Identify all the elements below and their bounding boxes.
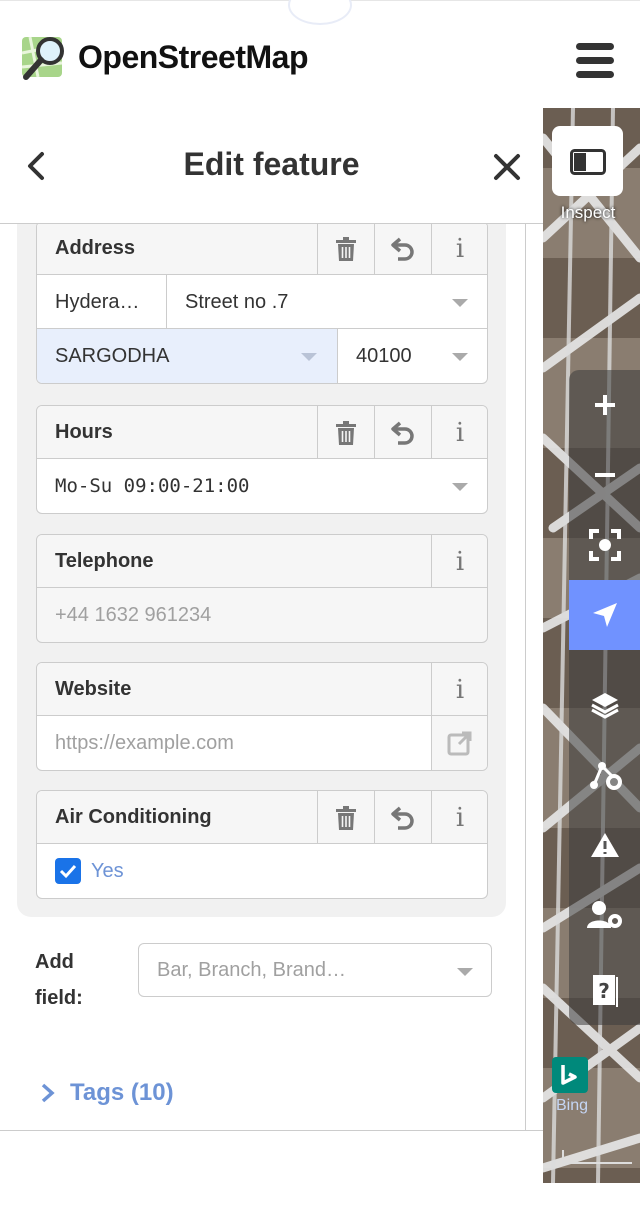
undo-button[interactable] xyxy=(374,224,431,275)
add-field-input[interactable]: Bar, Branch, Brand… xyxy=(138,943,492,997)
app-title: OpenStreetMap xyxy=(78,39,308,75)
inspect-button[interactable] xyxy=(552,126,623,196)
chevron-down-icon[interactable] xyxy=(301,353,317,361)
info-icon[interactable]: i xyxy=(431,224,487,275)
field-label: Website xyxy=(55,678,132,700)
undo-icon xyxy=(391,421,414,445)
field-header: Telephone i xyxy=(37,535,487,588)
field-label: Telephone xyxy=(55,550,154,572)
top-bar: OpenStreetMap xyxy=(0,0,640,108)
inspect-label: Inspect xyxy=(560,203,616,222)
zoom-to-selection-button[interactable] xyxy=(569,510,640,580)
user-gear-icon xyxy=(586,901,622,928)
osm-logo-icon xyxy=(21,36,64,80)
tags-toggle[interactable]: Tags (10) xyxy=(40,1079,174,1107)
panel-footer xyxy=(0,1130,543,1183)
field-label: Address xyxy=(55,237,136,259)
open-link-button[interactable] xyxy=(431,716,487,770)
external-link-icon xyxy=(447,731,472,756)
hours-input[interactable]: Mo-Su 09:00-21:00 xyxy=(37,459,487,513)
map-data-icon xyxy=(589,762,622,790)
info-icon[interactable]: i xyxy=(431,663,487,716)
air-conditioning-field: Air Conditioning i Yes xyxy=(36,790,488,899)
chevron-down-icon[interactable] xyxy=(452,353,468,361)
district-input[interactable]: SARGODHA xyxy=(37,329,338,383)
map-data-button[interactable] xyxy=(569,740,640,810)
location-arrow-icon xyxy=(592,603,617,627)
address-row-2: SARGODHA 40100 xyxy=(37,329,487,383)
panel-header: Edit feature xyxy=(0,108,543,224)
focus-icon xyxy=(588,529,621,561)
imagery-provider-label: Bing xyxy=(556,1097,589,1114)
trash-icon xyxy=(336,805,356,830)
air-conditioning-checkbox[interactable]: Yes xyxy=(37,844,487,898)
chevron-down-icon[interactable] xyxy=(457,968,473,976)
sidebar-toggle-icon xyxy=(570,149,606,175)
layers-icon xyxy=(590,693,619,719)
map-scale-bar xyxy=(562,1150,632,1164)
add-field-label: Add field: xyxy=(35,951,83,1009)
trash-icon xyxy=(336,420,356,445)
remove-button[interactable] xyxy=(317,406,374,459)
panel-body: Address i Hydera… Street no .7 SARGODHA … xyxy=(0,224,526,1130)
remove-button[interactable] xyxy=(317,224,374,275)
help-button[interactable]: ? xyxy=(569,955,640,1025)
panel-title: Edit feature xyxy=(183,146,360,182)
hours-field: Hours i Mo-Su 09:00-21:00 xyxy=(36,405,488,514)
chevron-right-icon xyxy=(41,1083,55,1103)
info-icon[interactable]: i xyxy=(431,535,487,588)
checkbox-checked-icon xyxy=(55,858,81,884)
edit-feature-panel: Edit feature Address i Hydera… Street no… xyxy=(0,108,543,1130)
chevron-down-icon[interactable] xyxy=(452,299,468,307)
help-icon: ? xyxy=(592,975,618,1007)
street-input[interactable]: Street no .7 xyxy=(167,275,487,329)
zoom-in-button[interactable] xyxy=(569,370,640,440)
hours-row: Mo-Su 09:00-21:00 xyxy=(37,459,487,513)
info-icon[interactable]: i xyxy=(431,406,487,459)
info-icon[interactable]: i xyxy=(431,791,487,844)
field-header: Address i xyxy=(37,224,487,275)
undo-button[interactable] xyxy=(374,791,431,844)
field-header: Hours i xyxy=(37,406,487,459)
undo-icon xyxy=(391,806,414,830)
issues-button[interactable] xyxy=(569,810,640,880)
trash-icon xyxy=(336,236,356,261)
warning-icon xyxy=(590,833,619,857)
telephone-row: +44 1632 961234 xyxy=(37,588,487,642)
field-header: Website i xyxy=(37,663,487,716)
website-row: https://example.com xyxy=(37,716,487,770)
field-label: Air Conditioning xyxy=(55,806,212,828)
address-row-1: Hydera… Street no .7 xyxy=(37,275,487,329)
close-icon[interactable] xyxy=(488,148,526,186)
drag-handle[interactable] xyxy=(288,0,352,25)
website-input[interactable]: https://example.com xyxy=(37,716,431,770)
preferences-button[interactable] xyxy=(569,880,640,950)
background-layers-button[interactable] xyxy=(569,670,640,740)
plus-icon xyxy=(594,395,615,415)
geolocate-button[interactable] xyxy=(569,580,640,650)
telephone-input[interactable]: +44 1632 961234 xyxy=(37,588,487,642)
zoom-out-button[interactable] xyxy=(569,440,640,510)
address-field: Address i Hydera… Street no .7 SARGODHA … xyxy=(36,224,488,384)
city-input[interactable]: Hydera… xyxy=(37,275,167,329)
undo-button[interactable] xyxy=(374,406,431,459)
undo-icon xyxy=(391,237,414,261)
field-header: Air Conditioning i xyxy=(37,791,487,844)
menu-button[interactable] xyxy=(574,41,616,79)
bing-logo-icon xyxy=(561,1065,577,1085)
field-label: Hours xyxy=(55,421,113,443)
remove-button[interactable] xyxy=(317,791,374,844)
svg-text:?: ? xyxy=(598,979,610,1003)
imagery-provider-button[interactable] xyxy=(552,1057,588,1093)
chevron-down-icon[interactable] xyxy=(452,483,468,491)
telephone-field: Telephone i +44 1632 961234 xyxy=(36,534,488,643)
air-conditioning-row: Yes xyxy=(37,844,487,898)
website-field: Website i https://example.com xyxy=(36,662,488,771)
minus-icon xyxy=(594,473,615,477)
